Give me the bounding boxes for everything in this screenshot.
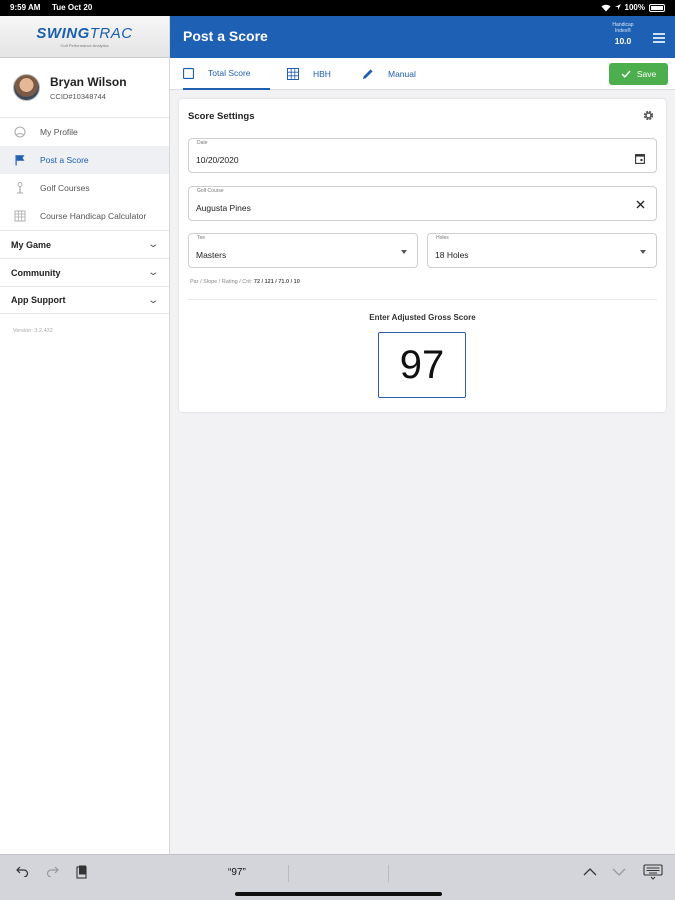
user-profile[interactable]: Bryan Wilson CCID#10348744 (0, 58, 169, 118)
close-icon[interactable] (636, 200, 645, 209)
pencil-icon (362, 68, 374, 80)
chevron-down-icon: ⌄ (146, 239, 159, 250)
status-right: 100% (601, 3, 665, 12)
calculator-icon (13, 209, 27, 223)
golf-tee-icon (13, 181, 27, 195)
tab-label: Total Score (208, 68, 251, 78)
golf-course-label: Golf Course (197, 188, 224, 194)
course-rating-values: 72 / 121 / 71.0 / 10 (253, 279, 300, 285)
date-field[interactable]: Date 10/20/2020 (188, 138, 657, 173)
tab-bar: Total Score HBH Manual Save (170, 58, 675, 90)
wifi-icon (601, 4, 611, 11)
section-community[interactable]: Community ⌄ (0, 258, 169, 286)
chevron-down-icon: ⌄ (146, 294, 159, 306)
sidebar-item-label: Post a Score (40, 155, 89, 165)
holes-label: Holes (436, 235, 449, 241)
save-label: Save (636, 69, 657, 79)
tee-select[interactable]: Tee Masters (188, 233, 418, 268)
divider (388, 865, 389, 882)
tab-hbh[interactable]: HBH (287, 58, 331, 90)
section-label: My Game (11, 239, 52, 250)
tab-label: HBH (313, 69, 331, 79)
sidebar-item-label: Course Handicap Calculator (40, 211, 147, 221)
golf-course-value: Augusta Pines (196, 203, 251, 213)
holes-value: 18 Holes (435, 250, 469, 260)
paste-icon[interactable] (76, 865, 88, 879)
tab-manual[interactable]: Manual (362, 58, 416, 90)
sidebar-item-my-profile[interactable]: My Profile (0, 118, 169, 146)
location-icon (614, 4, 621, 10)
handicap-label-index: Index® (615, 28, 631, 34)
score-settings-card: Score Settings Date 10/20/2020 Golf Cour… (179, 99, 666, 412)
sidebar-item-course-handicap-calculator[interactable]: Course Handicap Calculator (0, 202, 169, 230)
checkmark-icon (621, 70, 631, 78)
tee-label: Tee (197, 235, 206, 241)
gear-icon[interactable] (642, 109, 655, 127)
logo-text-swing: SWING (36, 25, 90, 42)
dropdown-caret-icon (401, 250, 407, 254)
home-indicator (235, 892, 442, 896)
save-button[interactable]: Save (609, 63, 668, 85)
flag-icon (13, 153, 27, 167)
checkbox-icon (183, 67, 194, 79)
section-label: Community (11, 267, 61, 278)
chevron-down-icon[interactable] (612, 868, 626, 876)
redo-icon[interactable] (46, 865, 59, 877)
profile-circle-icon (13, 125, 27, 139)
chevron-down-icon: ⌄ (146, 267, 159, 278)
page-header: Post a Score Handicap Index® 10.0 (170, 16, 675, 58)
handicap-value: 10.0 (614, 36, 632, 46)
battery-percent: 100% (624, 3, 645, 12)
card-title: Score Settings (188, 111, 255, 122)
section-my-game[interactable]: My Game ⌄ (0, 230, 169, 258)
user-id: CCID#10348744 (50, 91, 106, 101)
avatar (13, 74, 40, 101)
date-label: Date (197, 140, 208, 146)
section-label: App Support (11, 295, 66, 305)
status-bar: 9:59 AM Tue Oct 20 100% (0, 0, 675, 16)
logo-text-trac: TRAC (89, 25, 133, 42)
course-rating-label: Par / Slope / Rating / Crit: (190, 279, 253, 285)
user-name: Bryan Wilson (50, 74, 127, 89)
tab-total-score[interactable]: Total Score (183, 58, 270, 90)
score-entry-label: Enter Adjusted Gross Score (369, 313, 476, 322)
grid-icon (287, 68, 299, 80)
sidebar-item-golf-courses[interactable]: Golf Courses (0, 174, 169, 202)
chevron-up-icon[interactable] (583, 868, 597, 876)
logo-tagline: Golf Performance Analytics (60, 43, 109, 48)
sidebar-item-label: My Profile (40, 127, 78, 137)
keyboard-dismiss-icon[interactable] (643, 864, 663, 880)
course-rating-info: Par / Slope / Rating / Crit: 72 / 121 / … (190, 279, 300, 285)
status-time: 9:59 AM (10, 3, 41, 12)
autocomplete-suggestion[interactable]: “97” (228, 867, 246, 878)
handicap-index[interactable]: Handicap Index® 10.0 (605, 22, 641, 46)
sidebar: SWINGTRAC Golf Performance Analytics Bry… (0, 16, 170, 854)
undo-icon[interactable] (16, 865, 29, 877)
menu-icon[interactable] (653, 33, 665, 45)
sidebar-item-label: Golf Courses (40, 183, 90, 193)
app-version: Version: 3.2.432 (13, 328, 53, 334)
golf-course-field[interactable]: Golf Course Augusta Pines (188, 186, 657, 221)
divider (288, 865, 289, 882)
sidebar-item-post-a-score[interactable]: Post a Score (0, 146, 169, 174)
page-title: Post a Score (183, 28, 268, 44)
holes-select[interactable]: Holes 18 Holes (427, 233, 657, 268)
divider (188, 299, 657, 300)
calendar-icon[interactable] (635, 153, 645, 164)
status-date: Tue Oct 20 (52, 3, 93, 12)
tab-label: Manual (388, 69, 416, 79)
tee-value: Masters (196, 250, 227, 260)
battery-icon (649, 3, 665, 12)
gross-score-input[interactable]: 97 (378, 332, 466, 398)
dropdown-caret-icon (640, 250, 646, 254)
section-app-support[interactable]: App Support ⌄ (0, 286, 169, 314)
date-value: 10/20/2020 (196, 155, 239, 165)
logo: SWINGTRAC Golf Performance Analytics (0, 16, 169, 58)
